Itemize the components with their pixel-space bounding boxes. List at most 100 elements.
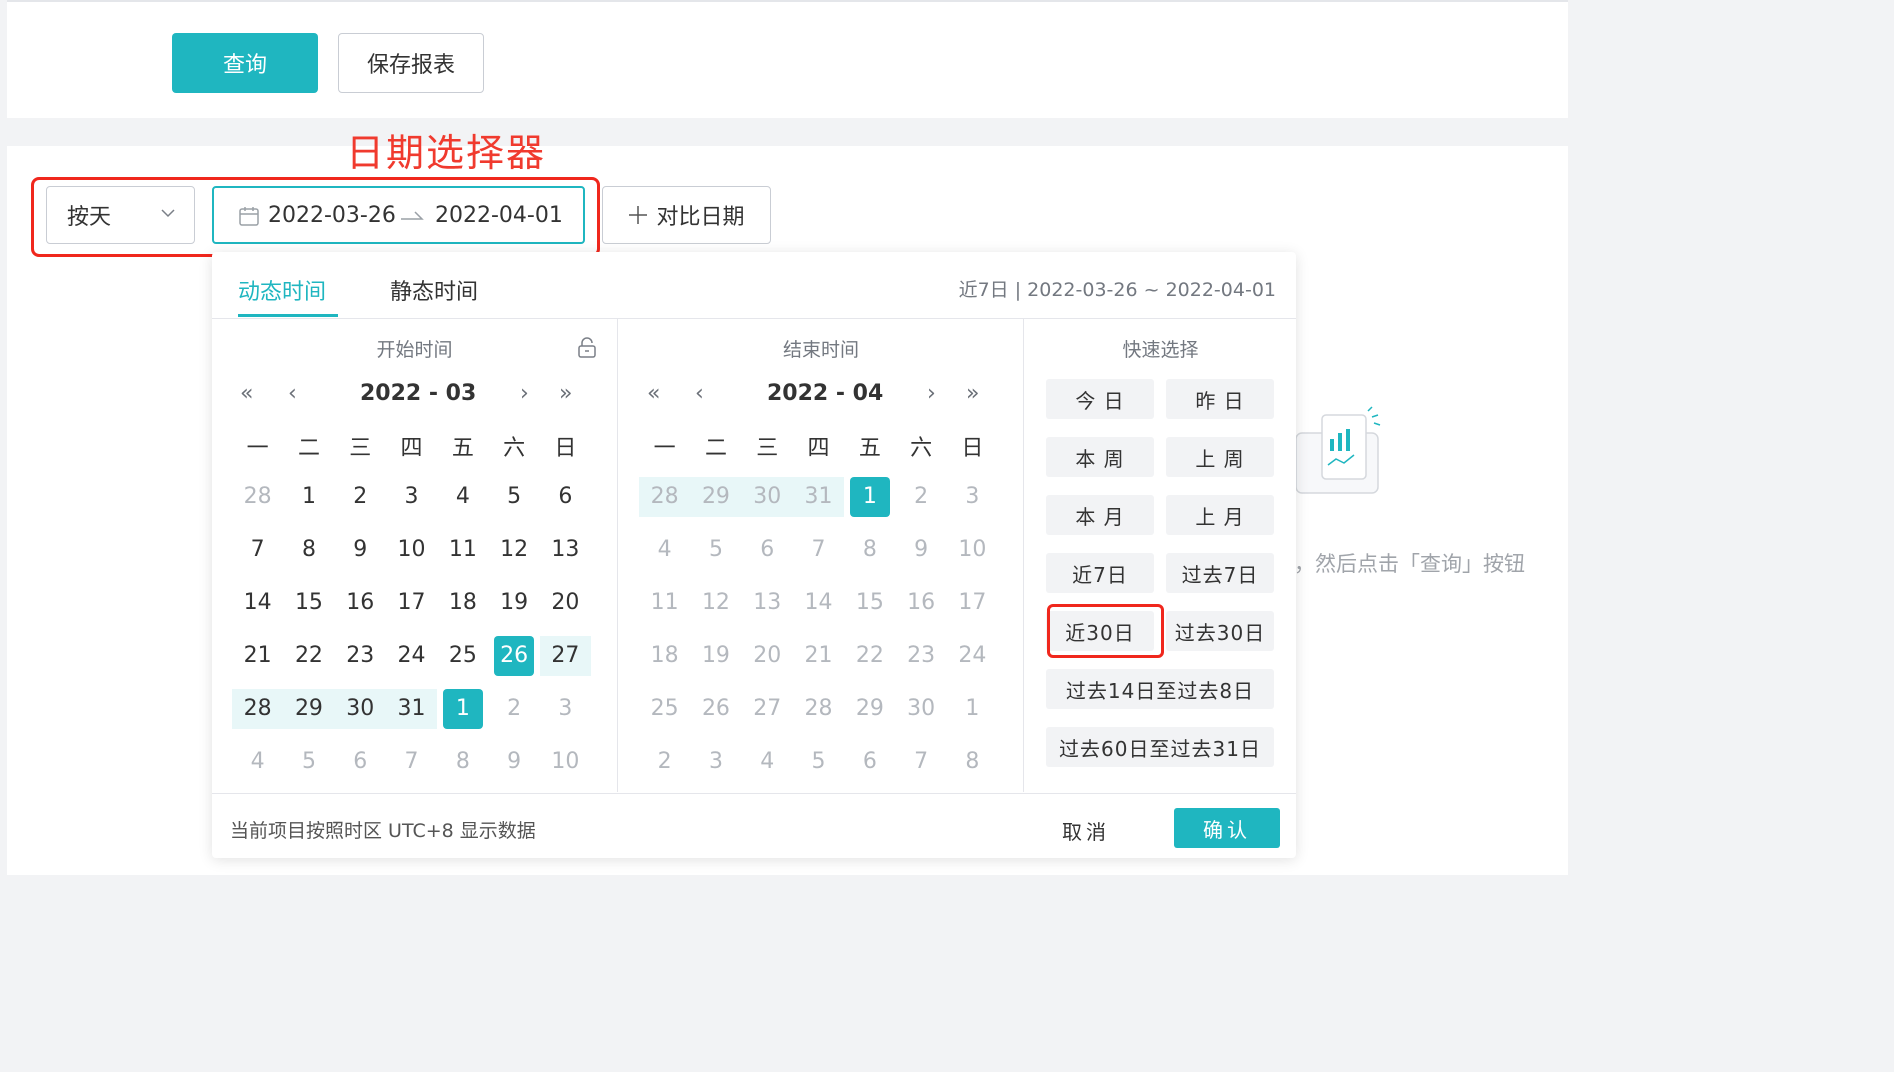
calendar-day[interactable]: 1 <box>947 689 998 729</box>
calendar-day[interactable]: 5 <box>283 742 334 782</box>
calendar-day[interactable]: 1 <box>844 477 895 517</box>
calendar-day[interactable]: 10 <box>386 530 437 570</box>
calendar-day[interactable]: 12 <box>690 583 741 623</box>
calendar-day[interactable]: 9 <box>488 742 539 782</box>
calendar-day[interactable]: 28 <box>793 689 844 729</box>
calendar-day[interactable]: 7 <box>232 530 283 570</box>
calendar-day[interactable]: 15 <box>283 583 334 623</box>
calendar-day[interactable]: 2 <box>488 689 539 729</box>
calendar-day[interactable]: 30 <box>334 689 386 729</box>
calendar-day[interactable]: 16 <box>335 583 386 623</box>
calendar-day[interactable]: 29 <box>283 689 335 729</box>
calendar-day[interactable]: 31 <box>385 689 438 729</box>
calendar-day[interactable]: 6 <box>335 742 386 782</box>
quick-select-option[interactable]: 昨 日 <box>1166 379 1274 419</box>
save-report-button[interactable]: 保存报表 <box>338 33 484 93</box>
calendar-day[interactable]: 1 <box>437 689 488 729</box>
range-start-value[interactable]: 2022-03-26 <box>268 203 396 228</box>
tab-static-time[interactable]: 静态时间 <box>390 274 478 306</box>
granularity-select[interactable]: 按天 <box>46 186 195 244</box>
calendar-day[interactable]: 10 <box>540 742 591 782</box>
calendar-day[interactable]: 28 <box>232 477 283 517</box>
quick-select-option[interactable]: 过去14日至过去8日 <box>1046 669 1274 709</box>
calendar-day[interactable]: 25 <box>437 636 488 676</box>
calendar-day[interactable]: 19 <box>488 583 539 623</box>
calendar-day[interactable]: 8 <box>947 742 998 782</box>
calendar-day[interactable]: 9 <box>335 530 386 570</box>
calendar-day[interactable]: 27 <box>742 689 793 729</box>
calendar-day[interactable]: 14 <box>232 583 283 623</box>
calendar-day[interactable]: 14 <box>793 583 844 623</box>
calendar-day[interactable]: 20 <box>742 636 793 676</box>
calendar-day[interactable]: 15 <box>844 583 895 623</box>
calendar-day[interactable]: 31 <box>792 477 845 517</box>
quick-select-option[interactable]: 过去7日 <box>1166 553 1274 593</box>
calendar-day[interactable]: 18 <box>639 636 690 676</box>
calendar-day[interactable]: 3 <box>386 477 437 517</box>
calendar-day[interactable]: 12 <box>488 530 539 570</box>
calendar-day[interactable]: 5 <box>690 530 741 570</box>
next-month-icon[interactable]: › <box>520 381 529 406</box>
tab-dynamic-time[interactable]: 动态时间 <box>238 274 326 306</box>
calendar-day[interactable]: 16 <box>895 583 946 623</box>
next-month-icon[interactable]: › <box>927 381 936 406</box>
calendar-day[interactable]: 2 <box>895 477 946 517</box>
calendar-day[interactable]: 4 <box>639 530 690 570</box>
calendar-day[interactable]: 6 <box>742 530 793 570</box>
prev-month-icon[interactable]: ‹ <box>695 381 704 406</box>
unlock-icon[interactable] <box>577 337 597 359</box>
calendar-day[interactable]: 30 <box>741 477 793 517</box>
calendar-day[interactable]: 22 <box>844 636 895 676</box>
calendar-day[interactable]: 3 <box>947 477 998 517</box>
quick-select-option[interactable]: 本 月 <box>1046 495 1154 535</box>
calendar-day[interactable]: 3 <box>690 742 741 782</box>
calendar-day[interactable]: 29 <box>844 689 895 729</box>
calendar-day[interactable]: 8 <box>844 530 895 570</box>
calendar-day[interactable]: 4 <box>742 742 793 782</box>
calendar-day[interactable]: 6 <box>844 742 895 782</box>
next-year-icon[interactable]: » <box>966 381 979 406</box>
calendar-day[interactable]: 7 <box>386 742 437 782</box>
calendar-day[interactable]: 23 <box>895 636 946 676</box>
calendar-day[interactable]: 7 <box>895 742 946 782</box>
prev-month-icon[interactable]: ‹ <box>288 381 297 406</box>
calendar-day[interactable]: 11 <box>437 530 488 570</box>
calendar-day[interactable]: 8 <box>283 530 334 570</box>
calendar-day[interactable]: 30 <box>895 689 946 729</box>
calendar-day[interactable]: 28 <box>639 477 691 517</box>
calendar-day[interactable]: 2 <box>639 742 690 782</box>
calendar-day[interactable]: 21 <box>793 636 844 676</box>
calendar-day[interactable]: 26 <box>690 689 741 729</box>
calendar-day[interactable]: 18 <box>437 583 488 623</box>
compare-date-button[interactable]: 对比日期 <box>602 186 771 244</box>
quick-select-option[interactable]: 近7日 <box>1046 553 1154 593</box>
calendar-day[interactable]: 6 <box>540 477 591 517</box>
calendar-day[interactable]: 17 <box>386 583 437 623</box>
quick-select-option[interactable]: 上 月 <box>1166 495 1274 535</box>
calendar-day[interactable]: 13 <box>540 530 591 570</box>
calendar-day[interactable]: 10 <box>947 530 998 570</box>
calendar-day[interactable]: 17 <box>947 583 998 623</box>
calendar-day[interactable]: 21 <box>232 636 283 676</box>
quick-select-option[interactable]: 今 日 <box>1046 379 1154 419</box>
calendar-day[interactable]: 8 <box>437 742 488 782</box>
calendar-day[interactable]: 29 <box>690 477 742 517</box>
calendar-day[interactable]: 27 <box>539 636 592 676</box>
calendar-day[interactable]: 4 <box>232 742 283 782</box>
quick-select-option[interactable]: 过去30日 <box>1166 611 1274 651</box>
quick-select-option[interactable]: 过去60日至过去31日 <box>1046 727 1274 767</box>
next-year-icon[interactable]: » <box>559 381 572 406</box>
prev-year-icon[interactable]: « <box>647 381 660 406</box>
calendar-day[interactable]: 28 <box>232 689 284 729</box>
quick-select-option[interactable]: 本 周 <box>1046 437 1154 477</box>
range-end-value[interactable]: 2022-04-01 <box>435 203 563 228</box>
calendar-day[interactable]: 26 <box>488 636 539 676</box>
calendar-day[interactable]: 13 <box>742 583 793 623</box>
calendar-day[interactable]: 19 <box>690 636 741 676</box>
prev-year-icon[interactable]: « <box>240 381 253 406</box>
calendar-day[interactable]: 22 <box>283 636 334 676</box>
query-button[interactable]: 查询 <box>172 33 318 93</box>
calendar-day[interactable]: 25 <box>639 689 690 729</box>
calendar-day[interactable]: 3 <box>540 689 591 729</box>
calendar-day[interactable]: 24 <box>386 636 437 676</box>
